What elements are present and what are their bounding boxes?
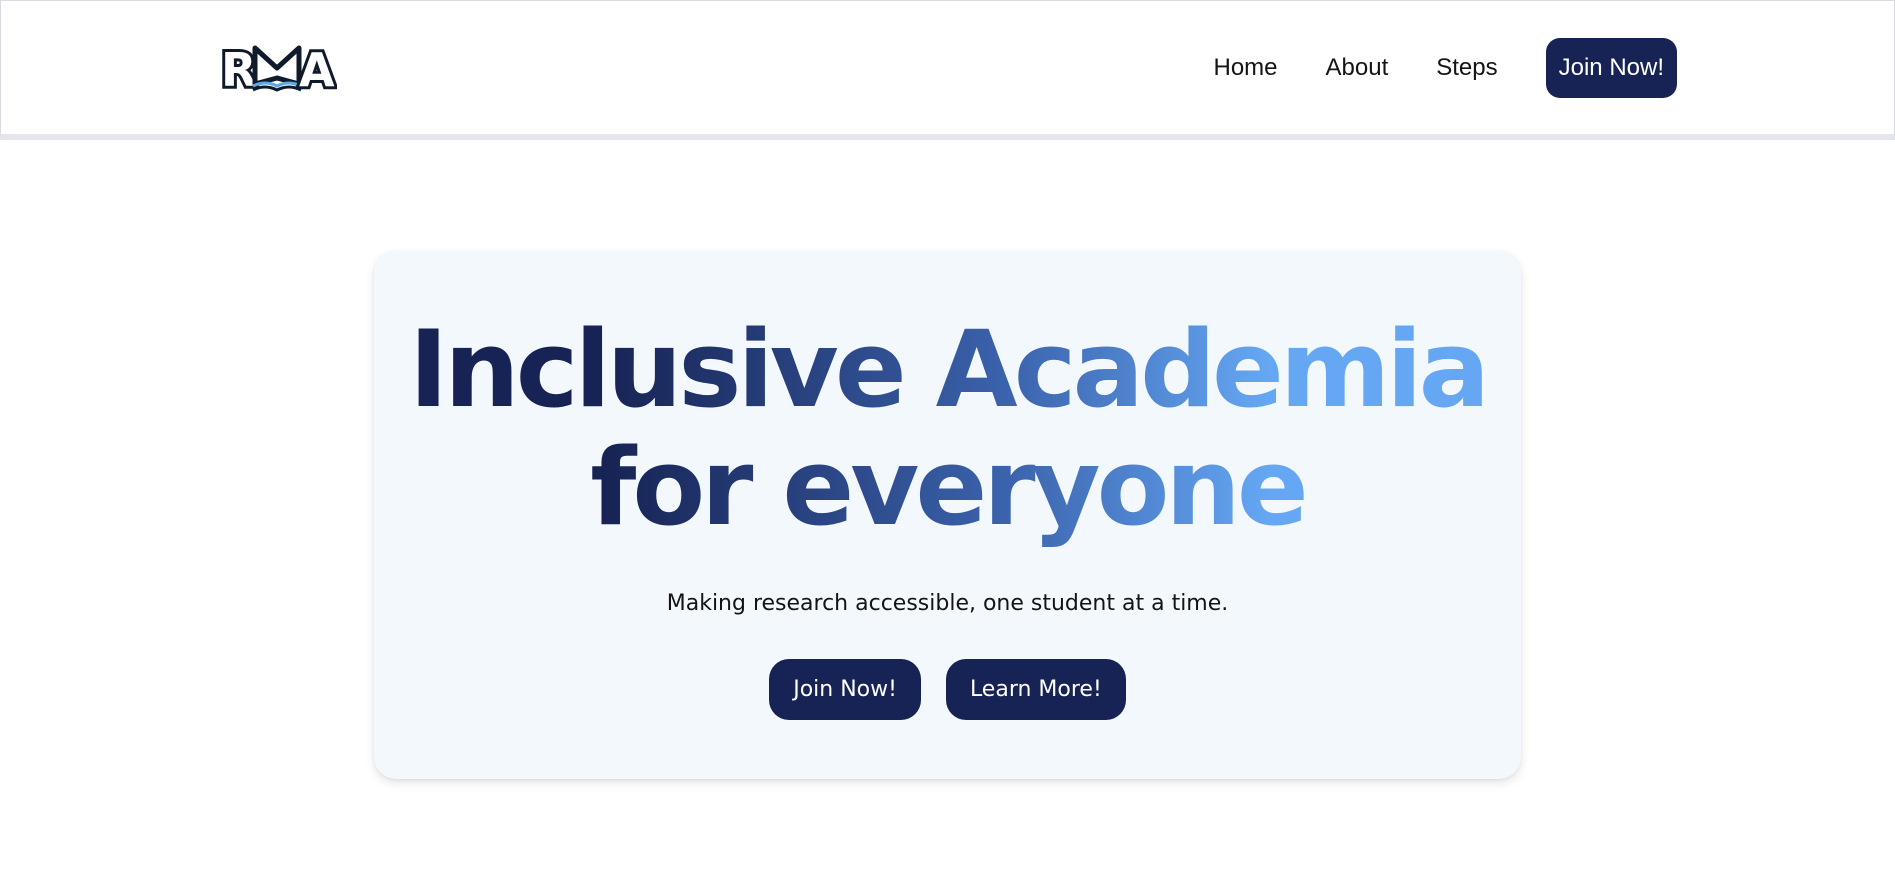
hero-subtitle: Making research accessible, one student … xyxy=(666,591,1229,616)
hero-join-button[interactable]: Join Now! xyxy=(769,659,921,720)
nav-link-about[interactable]: About xyxy=(1326,54,1389,82)
hero-card: Inclusive Academia for everyone Making r… xyxy=(374,251,1521,779)
nav-links: Home About Steps Join Now! xyxy=(1214,38,1677,98)
nav-link-steps[interactable]: Steps xyxy=(1436,54,1497,82)
hero-title-line-1: Inclusive Academia xyxy=(408,308,1487,431)
svg-text:R: R xyxy=(221,43,256,96)
hero-title-line-2: for everyone xyxy=(590,426,1305,549)
book-logo-icon: R A xyxy=(218,40,338,100)
hero-title: Inclusive Academia for everyone xyxy=(374,311,1521,547)
top-navbar: R A Home About Steps Join Now! xyxy=(0,0,1895,140)
nav-link-home[interactable]: Home xyxy=(1214,54,1278,82)
nav-join-button[interactable]: Join Now! xyxy=(1545,38,1677,98)
hero-buttons: Join Now! Learn More! xyxy=(374,659,1521,720)
svg-text:A: A xyxy=(299,43,335,96)
rma-logo[interactable]: R A xyxy=(218,38,338,100)
hero-learn-more-button[interactable]: Learn More! xyxy=(945,659,1126,720)
